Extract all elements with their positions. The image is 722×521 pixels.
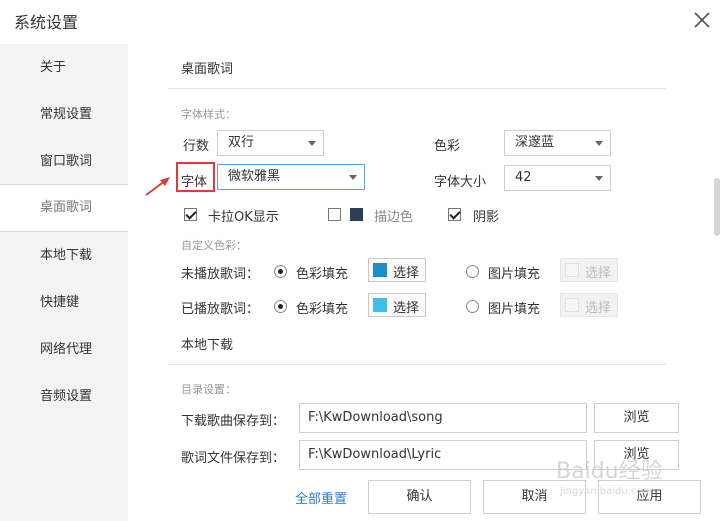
unplayed-image-fill-radio[interactable] <box>466 265 479 278</box>
section-title-desktop-lyrics: 桌面歌词 <box>181 62 234 77</box>
sidebar-item-audio[interactable]: 音频设置 <box>0 374 128 420</box>
select-button-label: 选择 <box>585 266 612 281</box>
sidebar-item-desktop-lyrics[interactable]: 桌面歌词 <box>0 185 128 231</box>
font-size-label: 字体大小 <box>434 175 487 190</box>
unplayed-image-fill-label: 图片填充 <box>488 267 541 282</box>
highlight-box <box>176 162 215 192</box>
rows-select-value: 双行 <box>228 135 255 150</box>
lyric-dir-field[interactable]: F:\KwDownload\Lyric <box>299 440 587 470</box>
font-select[interactable]: 微软雅黑 <box>217 164 365 190</box>
rows-label: 行数 <box>183 139 210 154</box>
sidebar-item-shortcuts[interactable]: 快捷键 <box>0 280 128 326</box>
ok-button[interactable]: 确认 <box>368 480 471 514</box>
shadow-label: 阴影 <box>473 210 500 225</box>
arrow-icon <box>145 177 170 196</box>
scrollbar-thumb[interactable] <box>714 178 720 236</box>
group-label-font-style: 字体样式： <box>181 108 236 121</box>
played-color-fill-radio[interactable] <box>274 300 287 313</box>
shadow-checkbox[interactable] <box>448 208 461 221</box>
karaoke-checkbox[interactable] <box>184 208 197 221</box>
chevron-down-icon <box>308 141 316 146</box>
played-label: 已播放歌词： <box>181 302 260 317</box>
group-label-directory: 目录设置： <box>181 383 236 396</box>
song-dir-field[interactable]: F:\KwDownload\song <box>299 403 587 433</box>
karaoke-label: 卡拉OK显示 <box>208 210 279 225</box>
unplayed-color-select-button[interactable]: 选择 <box>368 258 426 282</box>
unplayed-color-fill-radio[interactable] <box>274 265 287 278</box>
divider <box>168 364 666 365</box>
color-label: 色彩 <box>434 139 461 154</box>
image-chip-icon <box>565 263 579 277</box>
chevron-down-icon <box>349 175 357 180</box>
rows-select[interactable]: 双行 <box>217 130 324 156</box>
select-button-label: 选择 <box>585 301 612 316</box>
watermark-url: jingyan.baidu.com <box>560 486 653 497</box>
lyric-dir-label: 歌词文件保存到： <box>181 451 286 466</box>
played-color-select-button[interactable]: 选择 <box>368 293 426 317</box>
sidebar-item-local-download[interactable]: 本地下载 <box>0 233 128 279</box>
section-title-local-download: 本地下载 <box>181 338 234 353</box>
stroke-label: 描边色 <box>374 210 414 225</box>
song-dir-label: 下载歌曲保存到： <box>181 414 286 429</box>
played-image-select-button[interactable]: 选择 <box>560 293 618 317</box>
settings-panel: 桌面歌词 字体样式： 行数 双行 色彩 深邃蓝 字体 微软雅黑 字体大小 42 … <box>128 44 722 521</box>
close-icon[interactable] <box>690 8 714 32</box>
song-browse-button[interactable]: 浏览 <box>594 403 679 433</box>
select-button-label: 选择 <box>393 266 420 281</box>
unplayed-color-fill-label: 色彩填充 <box>296 267 349 282</box>
group-label-custom-color: 自定义色彩： <box>181 239 247 252</box>
color-select-value: 深邃蓝 <box>515 135 555 150</box>
color-chip-icon <box>373 263 387 277</box>
watermark-logo: Baidu经验 <box>556 459 663 484</box>
select-button-label: 选择 <box>393 301 420 316</box>
font-size-select[interactable]: 42 <box>504 165 611 191</box>
sidebar-item-about[interactable]: 关于 <box>0 45 128 91</box>
font-select-value: 微软雅黑 <box>228 169 281 184</box>
color-select[interactable]: 深邃蓝 <box>504 130 611 156</box>
chevron-down-icon <box>595 176 603 181</box>
color-chip-icon <box>373 298 387 312</box>
sidebar-item-proxy[interactable]: 网络代理 <box>0 327 128 373</box>
unplayed-label: 未播放歌词： <box>181 267 260 282</box>
divider <box>168 88 666 89</box>
unplayed-image-select-button[interactable]: 选择 <box>560 258 618 282</box>
sidebar-item-general[interactable]: 常规设置 <box>0 92 128 138</box>
window-title: 系统设置 <box>14 13 79 32</box>
image-chip-icon <box>565 298 579 312</box>
sidebar-item-window-lyrics[interactable]: 窗口歌词 <box>0 139 128 185</box>
sidebar: 关于 常规设置 窗口歌词 桌面歌词 本地下载 快捷键 网络代理 音频设置 <box>0 44 128 521</box>
font-size-select-value: 42 <box>515 170 532 185</box>
played-color-fill-label: 色彩填充 <box>296 302 349 317</box>
title-bar: 系统设置 <box>0 0 722 44</box>
stroke-checkbox[interactable] <box>328 208 341 221</box>
chevron-down-icon <box>595 141 603 146</box>
played-image-fill-label: 图片填充 <box>488 302 541 317</box>
sidebar-divider <box>0 231 128 232</box>
reset-all-link[interactable]: 全部重置 <box>295 488 347 507</box>
stroke-color-swatch[interactable] <box>350 208 363 221</box>
played-image-fill-radio[interactable] <box>466 300 479 313</box>
